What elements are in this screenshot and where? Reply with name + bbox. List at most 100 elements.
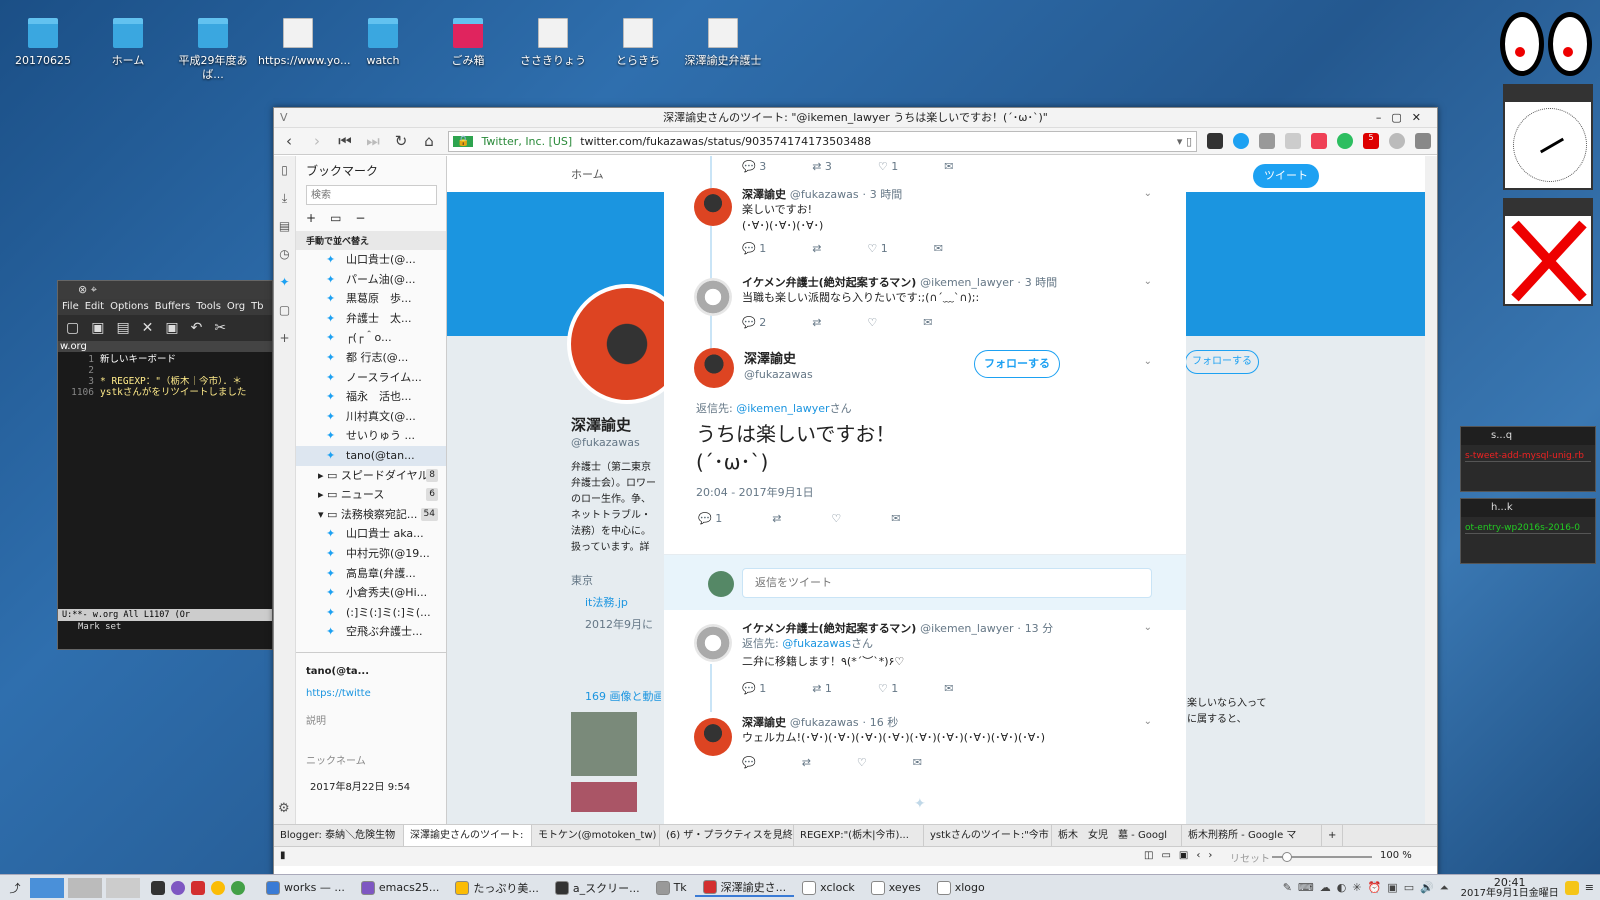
terminal-panel[interactable]: h...k ot-entry-wp2016s-2016-0 <box>1460 498 1596 564</box>
close-modal-icon[interactable]: ✕ <box>1377 164 1394 188</box>
browser-tab[interactable]: ystkさんのツイート:"今市 <box>924 824 1052 847</box>
retweet-icon[interactable]: ⇄ <box>802 756 811 769</box>
extension-badge-icon[interactable]: 5 <box>1363 133 1379 149</box>
workspace-2[interactable] <box>68 877 102 898</box>
browser-tab[interactable]: 深澤諭史さんのツイート: <box>404 824 532 847</box>
emacs-menu-item[interactable]: Edit <box>85 301 104 312</box>
browser-tab[interactable]: Blogger: 泰納＼危険生物 <box>274 824 404 847</box>
like-icon[interactable]: ♡ <box>831 512 841 525</box>
retweet-icon[interactable]: ⇄ <box>812 242 821 255</box>
emacs-window[interactable]: ⊗ ⌖ File Edit Options Buffers Tools Org Tb ▢▣▤… <box>57 280 273 650</box>
desktop-icon[interactable]: watch <box>343 18 423 68</box>
panel-toggle-icon[interactable]: ▮ <box>280 850 286 861</box>
bookmark-item[interactable]: ✦ 山口貴士(@... <box>296 250 446 270</box>
bookmark-item[interactable]: ✦ tano(@tan... <box>296 445 446 466</box>
reply-icon[interactable]: 💬 <box>742 756 756 769</box>
twitter-panel-icon[interactable]: ✦ <box>274 268 295 296</box>
thread-tweet[interactable]: 深澤諭史 @fukazawas · 3 時間 ⌄ 楽しいですお! (･∀･)(･∀… <box>664 186 1186 270</box>
nav-home[interactable]: ホーム <box>571 166 604 182</box>
bookmark-item[interactable]: ✦ 川村真文(@... <box>296 407 446 427</box>
panel-title[interactable]: h...k <box>1461 499 1595 517</box>
clock[interactable]: 20:41 2017年9月1日金曜日 <box>1461 877 1559 899</box>
follow-button[interactable]: フォローする <box>974 350 1060 378</box>
bookmark-item[interactable]: ✦ 弁護士 太... <box>296 309 446 329</box>
scrollbar[interactable] <box>1425 156 1437 824</box>
message-icon[interactable]: ✉ <box>891 512 900 525</box>
rewind-icon[interactable]: ⏮ <box>336 132 354 150</box>
workspace-1[interactable] <box>30 877 64 898</box>
emacs-menu-item[interactable]: Tools <box>196 301 221 312</box>
home-icon[interactable]: ⌂ <box>420 132 438 150</box>
address-bar[interactable]: 🔒 Twitter, Inc. [US] twitter.com/fukazaw… <box>448 130 1197 152</box>
message-icon[interactable]: ✉ <box>944 160 953 173</box>
vivaldi-icon[interactable]: V <box>280 108 288 128</box>
desktop-icon[interactable]: https://www.yo... <box>258 18 350 68</box>
back-icon[interactable]: ‹ <box>280 132 298 150</box>
message-icon[interactable]: ✉ <box>944 682 953 695</box>
taskbar-item[interactable]: a_スクリー... <box>547 879 648 897</box>
emacs-launcher-icon[interactable] <box>171 880 185 895</box>
desktop-icon[interactable]: とらきち <box>598 18 678 68</box>
bookmark-item[interactable]: ✦ ノースライム... <box>296 368 446 388</box>
main-author-name[interactable]: 深澤諭史 <box>744 348 796 367</box>
taskbar-item[interactable]: Tk <box>648 879 695 897</box>
taskbar-item[interactable]: 深澤諭史さ... <box>694 879 795 897</box>
bookmark-item[interactable]: ✦ 高島章(弁護... <box>296 564 446 584</box>
thread-tweet[interactable]: イケメン弁護士(絶対起案するマン) @ikemen_lawyer · 3 時間 … <box>664 274 1186 338</box>
avatar[interactable] <box>694 348 734 388</box>
terminal-icon[interactable] <box>151 880 165 895</box>
taskbar-item[interactable]: たっぷり美... <box>447 879 547 897</box>
bookmark-item[interactable]: ✦ 福永 活也... <box>296 387 446 407</box>
browser-tab[interactable]: 栃木刑務所 - Google マ <box>1182 824 1322 847</box>
media-thumb[interactable] <box>571 712 637 776</box>
chrome-launcher-icon[interactable] <box>211 880 225 895</box>
reply-icon[interactable]: 💬 2 <box>742 316 766 329</box>
emacs-menu-item[interactable]: Tb <box>251 301 263 312</box>
avatar[interactable] <box>694 278 732 316</box>
taskbar-item[interactable]: emacs25... <box>353 879 448 897</box>
extension-bird-icon[interactable] <box>1415 133 1431 149</box>
bookmark-folder[interactable]: ▾ ▭ 法務検察宛記... 54 <box>296 505 446 525</box>
page-panel-icon[interactable]: ▢ <box>274 296 295 324</box>
emacs-menu-item[interactable]: Buffers <box>155 301 191 312</box>
desktop-icon[interactable]: ささきりょう <box>513 18 593 68</box>
emacs-titlebar[interactable]: ⊗ ⌖ <box>58 281 272 299</box>
notes-panel-icon[interactable]: ▤ <box>274 212 295 240</box>
pocket-icon[interactable] <box>1311 133 1327 149</box>
panel-title[interactable]: s...q <box>1461 427 1595 445</box>
taskbar-item[interactable]: xlogo <box>929 879 993 897</box>
bookmark-item[interactable]: ✦ せいりゅう ... <box>296 426 446 446</box>
retweet-icon[interactable]: ⇄ <box>772 512 781 525</box>
forward-icon[interactable]: › <box>308 132 326 150</box>
bookmark-item[interactable]: ✦ 中村元弥(@19... <box>296 544 446 564</box>
add-bookmark-button[interactable]: + <box>306 211 330 225</box>
bookmark-item[interactable]: ✦ 小倉秀夫(@Hi... <box>296 583 446 603</box>
add-folder-button[interactable]: ▭ <box>330 211 355 225</box>
reply-to-link[interactable]: @ikemen_lawyer <box>736 402 829 415</box>
taskbar-item[interactable]: xclock <box>794 879 863 897</box>
browser-tab[interactable]: 栃木 女児 墓 - Googl <box>1052 824 1182 847</box>
fastforward-icon[interactable]: ⏭ <box>364 132 382 150</box>
bookmark-folder[interactable]: ▸ ▭ ニュース 6 <box>296 485 446 505</box>
settings-gear-icon[interactable] <box>1389 133 1405 149</box>
profile-site[interactable]: it法務.jp <box>585 594 628 610</box>
desktop-icon[interactable]: 20170625 <box>3 18 83 68</box>
tray-icons[interactable]: ✎⌨☁◐✳⏰▣▭🔊⏶ <box>1283 881 1455 895</box>
emacs-menubar[interactable]: File Edit Options Buffers Tools Org Tb <box>58 299 272 315</box>
workspace-3[interactable] <box>106 877 140 898</box>
start-icon[interactable]: ⤴ <box>0 880 30 896</box>
message-icon[interactable]: ✉ <box>934 242 943 255</box>
app-launcher-icon[interactable] <box>231 880 245 895</box>
downloads-panel-icon[interactable]: ⤓ <box>274 184 295 212</box>
retweet-icon[interactable]: ⇄ <box>812 316 821 329</box>
extension-g-icon[interactable] <box>1285 133 1301 149</box>
bookmark-item[interactable]: ✦ パーム油(@... <box>296 270 446 290</box>
like-icon[interactable]: ♡ 1 <box>867 242 887 255</box>
bookmark-item[interactable]: ✦ (:]ミ(:]ミ(:]ミ(... <box>296 603 446 623</box>
bookmark-search-input[interactable] <box>306 185 437 205</box>
bookmark-folder[interactable]: ▸ ▭ スピードダイヤル 8 <box>296 466 446 486</box>
reply-input[interactable] <box>742 568 1152 598</box>
extension-doc-icon[interactable] <box>1259 133 1275 149</box>
retweet-icon[interactable]: ⇄ 3 <box>812 160 832 173</box>
like-icon[interactable]: ♡ <box>857 756 867 769</box>
